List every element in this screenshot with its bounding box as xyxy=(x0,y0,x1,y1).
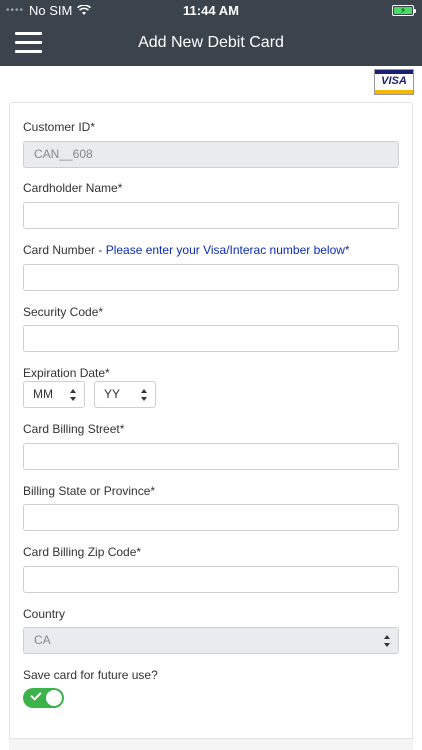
billing-zip-label: Card Billing Zip Code* xyxy=(23,545,142,559)
card-number-field[interactable] xyxy=(23,264,399,291)
select-arrows-icon xyxy=(141,389,147,401)
country-label: Country xyxy=(23,607,66,621)
battery-icon: ⚡ xyxy=(392,5,416,16)
toggle-knob xyxy=(46,690,62,706)
country-value: CA xyxy=(34,633,51,647)
card-number-label-text: Card Number - xyxy=(23,243,106,257)
country-select: CA xyxy=(23,627,399,654)
expiration-year-select[interactable]: YY xyxy=(94,381,156,408)
billing-street-label: Card Billing Street* xyxy=(23,422,125,436)
expiration-month-select[interactable]: MM xyxy=(23,381,85,408)
visa-logo: VISA xyxy=(374,69,414,95)
expiration-month-value: MM xyxy=(33,387,53,401)
battery-charging-icon: ⚡ xyxy=(394,6,412,14)
visa-logo-text: VISA xyxy=(381,75,407,87)
cardholder-name-field[interactable] xyxy=(23,202,399,229)
form-footer-strip xyxy=(9,738,413,750)
page-title: Add New Debit Card xyxy=(138,34,284,51)
save-card-toggle[interactable] xyxy=(23,688,64,708)
select-arrows-icon xyxy=(384,635,390,647)
select-arrows-icon xyxy=(70,389,76,401)
card-number-note: Please enter your Visa/Interac number be… xyxy=(105,243,350,257)
cardholder-name-label: Cardholder Name* xyxy=(23,181,123,195)
billing-zip-field[interactable] xyxy=(23,566,399,593)
status-time: 11:44 AM xyxy=(183,3,239,18)
billing-state-field[interactable] xyxy=(23,504,399,531)
save-card-label: Save card for future use? xyxy=(23,668,158,682)
card-number-label: Card Number - Please enter your Visa/Int… xyxy=(23,243,350,257)
status-bar: •••• No SIM 11:44 AM ⚡ xyxy=(0,0,422,20)
visa-logo-bottom-stripe xyxy=(375,90,413,94)
checkmark-icon xyxy=(30,689,42,701)
top-navbar: Add New Debit Card xyxy=(0,20,422,66)
expiration-date-label: Expiration Date* xyxy=(23,366,110,380)
security-code-label: Security Code* xyxy=(23,305,104,319)
billing-street-field[interactable] xyxy=(23,443,399,470)
customer-id-field: CAN__608 xyxy=(23,141,399,168)
billing-state-label: Billing State or Province* xyxy=(23,484,156,498)
expiration-year-value: YY xyxy=(104,387,121,401)
customer-id-label: Customer ID* xyxy=(23,120,96,134)
security-code-field[interactable] xyxy=(23,325,399,352)
visa-logo-top-stripe xyxy=(375,70,413,74)
